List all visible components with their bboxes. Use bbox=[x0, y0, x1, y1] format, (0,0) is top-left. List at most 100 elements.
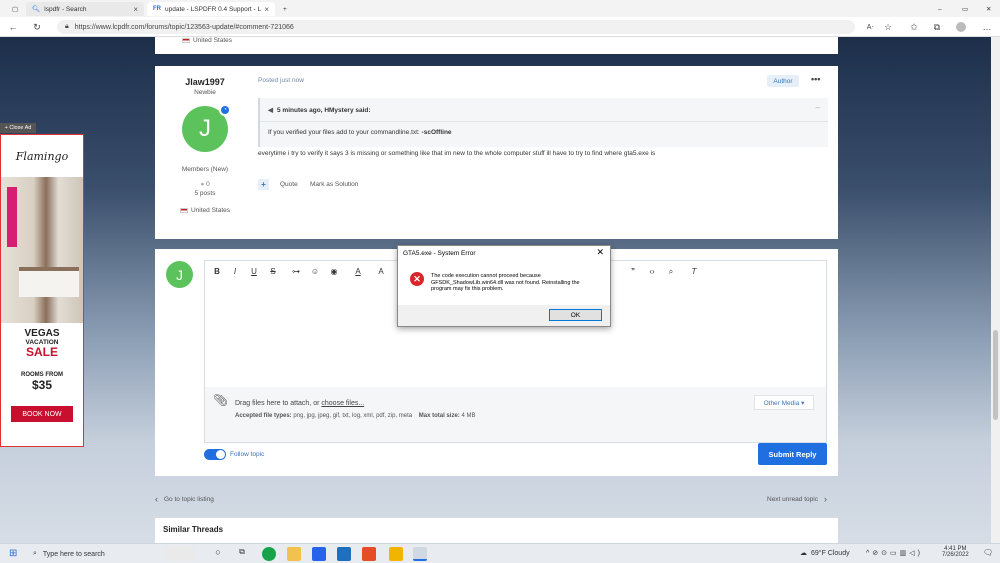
code-icon[interactable]: ‹› bbox=[646, 267, 658, 276]
close-icon[interactable]: × bbox=[264, 5, 269, 14]
edge-icon[interactable] bbox=[262, 547, 276, 561]
window-close-icon[interactable]: ✕ bbox=[980, 2, 994, 16]
follow-label[interactable]: Follow topic bbox=[230, 451, 264, 458]
notification-icon[interactable]: 🗨︎ bbox=[983, 548, 993, 557]
next-label: Next unread topic bbox=[767, 495, 818, 503]
cortana-icon[interactable]: ○ bbox=[211, 547, 225, 561]
dialog-titlebar: GTA5.exe - System Error ✕ bbox=[398, 246, 610, 260]
underline-icon[interactable]: U bbox=[248, 267, 260, 276]
max-size-label: Max total size: bbox=[418, 413, 460, 419]
author-badge: Author bbox=[767, 75, 799, 87]
attachment-area: 📎︎ Drag files here to attach, or choose … bbox=[205, 387, 826, 442]
book-now-button[interactable]: BOOK NOW bbox=[11, 406, 73, 422]
minimize-icon[interactable]: – bbox=[932, 2, 946, 16]
mark-solution-button[interactable]: Mark as Solution bbox=[310, 181, 358, 188]
weather-text: 69°F Cloudy bbox=[811, 549, 850, 557]
other-media-dropdown[interactable]: Other Media ▾ bbox=[754, 395, 814, 410]
taskbar-search[interactable]: ⌕ Type here to search bbox=[27, 546, 162, 562]
quote-block: ◀ 5 minutes ago, HMystery said: If you v… bbox=[258, 98, 828, 147]
hotel-room-image bbox=[1, 177, 83, 323]
submit-reply-button[interactable]: Submit Reply bbox=[758, 443, 827, 465]
chevron-right-icon: › bbox=[823, 494, 827, 504]
task-view-icon[interactable]: ⧉ bbox=[235, 547, 249, 561]
file-info: Accepted file types: png, jpg, jpeg, gif… bbox=[235, 413, 475, 419]
rockstar-icon[interactable] bbox=[389, 547, 403, 561]
tab-actions-icon[interactable]: ▢ bbox=[6, 2, 20, 16]
error-icon: ✕ bbox=[410, 272, 424, 286]
member-group: Members (New) bbox=[181, 166, 229, 173]
windows-start-icon[interactable]: ⊞ bbox=[9, 548, 17, 559]
weather-widget[interactable]: ☁ 69°F Cloudy bbox=[800, 549, 850, 558]
post-count: 5 posts bbox=[194, 190, 216, 197]
favorites-icon[interactable]: ✩ bbox=[907, 20, 921, 34]
system-tray-icons[interactable]: ^⊘⊙▭▥◁) bbox=[866, 549, 923, 557]
avatar[interactable]: J ◔ bbox=[182, 104, 231, 152]
emoji-icon[interactable]: ☺ bbox=[309, 267, 321, 276]
refresh-icon[interactable]: ↻ bbox=[30, 20, 44, 34]
reputation-dot-icon: ● bbox=[200, 181, 205, 188]
quote-text-plain: If you verified your files add to your c… bbox=[268, 129, 422, 136]
tab-search[interactable]: 🔍︎ lspdfr - Search × bbox=[26, 2, 144, 16]
author-name[interactable]: Jlaw1997 bbox=[155, 77, 255, 87]
cloud-icon: ☁ bbox=[800, 550, 807, 557]
page-scrollbar[interactable] bbox=[991, 37, 1000, 543]
ad-banner[interactable]: Flamingo VEGAS VACATION SALE ROOMS FROM … bbox=[0, 134, 84, 447]
brand-text: Flamingo bbox=[15, 149, 69, 163]
chevron-right-icon: ◀ bbox=[268, 107, 273, 114]
close-icon[interactable]: × bbox=[133, 5, 138, 14]
react-button[interactable]: + bbox=[258, 179, 269, 190]
ad-sale: SALE bbox=[25, 345, 58, 359]
text-color-icon[interactable]: A bbox=[352, 267, 364, 276]
quote-icon[interactable]: ” bbox=[627, 267, 639, 276]
ok-button[interactable]: OK bbox=[549, 309, 602, 321]
background-color-icon[interactable]: A bbox=[375, 267, 387, 276]
dialog-body: ✕ The code execution cannot proceed beca… bbox=[398, 260, 610, 305]
favorite-star-icon[interactable]: ☆ bbox=[881, 20, 895, 34]
choose-files-link[interactable]: choose files... bbox=[321, 400, 364, 407]
system-error-dialog: GTA5.exe - System Error ✕ ✕ The code exe… bbox=[397, 245, 611, 327]
collapse-icon[interactable]: – bbox=[816, 103, 820, 112]
flamingo-logo: Flamingo bbox=[1, 135, 83, 177]
back-arrow-icon[interactable]: ← bbox=[6, 20, 20, 34]
profile-icon[interactable] bbox=[954, 20, 968, 34]
search-highlight-icon[interactable] bbox=[165, 547, 195, 561]
follow-toggle[interactable] bbox=[204, 449, 226, 460]
file-explorer-icon[interactable] bbox=[287, 547, 301, 561]
scrollbar-thumb[interactable] bbox=[993, 330, 998, 420]
new-tab-button[interactable]: + bbox=[277, 2, 291, 16]
find-icon[interactable]: ⌕ bbox=[665, 267, 677, 277]
search-icon: 🔍︎ bbox=[32, 6, 41, 13]
tab-update[interactable]: FR update - LSPDFR 0.4 Support - L × bbox=[147, 2, 275, 16]
divider bbox=[260, 121, 828, 122]
drop-text: Drag files here to attach, or choose fil… bbox=[235, 400, 364, 407]
italic-icon[interactable]: I bbox=[229, 267, 241, 276]
quote-citation[interactable]: 5 minutes ago, HMystery said: bbox=[277, 107, 371, 114]
collections-icon[interactable]: ⧉ bbox=[930, 20, 944, 34]
preview-eye-icon[interactable]: ◉ bbox=[328, 267, 340, 276]
post-timestamp[interactable]: Posted just now bbox=[258, 77, 304, 84]
bold-icon[interactable]: B bbox=[211, 267, 223, 276]
clear-format-icon[interactable]: T bbox=[688, 267, 700, 276]
dialog-title: GTA5.exe - System Error bbox=[403, 249, 476, 257]
mail-icon[interactable] bbox=[337, 547, 351, 561]
close-ad-button[interactable]: + Close Ad bbox=[0, 123, 36, 133]
link-icon[interactable]: ⊶ bbox=[290, 267, 302, 276]
store-icon[interactable] bbox=[312, 547, 326, 561]
url-field[interactable]: 🔒︎ https://www.lcpdfr.com/forums/topic/1… bbox=[57, 20, 855, 34]
maximize-icon[interactable]: ▭ bbox=[956, 2, 970, 16]
forum-post: Jlaw1997 Newbie J ◔ Members (New) ● 0 5 … bbox=[155, 66, 838, 239]
post-body: everytime i try to verify it says 3 is m… bbox=[258, 150, 656, 157]
next-unread-link[interactable]: Next unread topic › bbox=[767, 494, 827, 504]
strikethrough-icon[interactable]: S bbox=[267, 267, 279, 276]
go-to-listing-link[interactable]: ‹ Go to topic listing bbox=[155, 494, 214, 504]
quote-button[interactable]: Quote bbox=[280, 181, 298, 188]
clock[interactable]: 4:41 PM 7/26/2022 bbox=[942, 546, 969, 558]
more-icon[interactable]: … bbox=[980, 20, 994, 34]
post-menu-icon[interactable]: ••• bbox=[811, 74, 820, 84]
gta5-error-icon[interactable] bbox=[413, 547, 427, 561]
read-aloud-icon[interactable]: Aᐧ bbox=[863, 20, 877, 34]
similar-threads: Similar Threads bbox=[155, 518, 838, 543]
dialog-close-icon[interactable]: ✕ bbox=[596, 247, 604, 258]
ad-price: $35 bbox=[31, 378, 53, 392]
office-icon[interactable] bbox=[362, 547, 376, 561]
